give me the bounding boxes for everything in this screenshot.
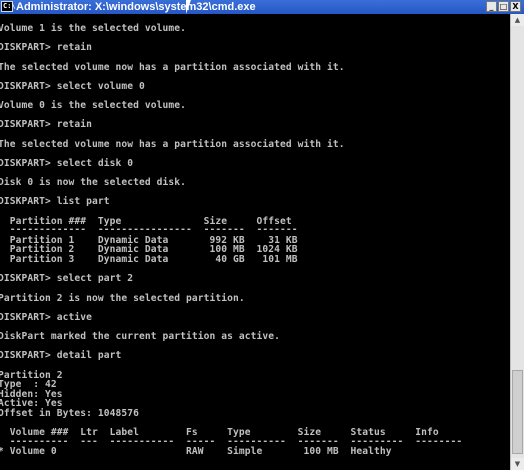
console-line: Partition 2 is now the selected partitio… — [0, 293, 245, 304]
console-line: DISKPART> active — [0, 312, 93, 323]
table-divider: ------------- ---------------- ------- -… — [0, 224, 298, 235]
maximize-button[interactable]: □ — [498, 1, 509, 12]
console-output[interactable]: Volume 1 is the selected volume. DISKPAR… — [0, 14, 510, 470]
title-bar[interactable]: C:\ Administrator: X:\windows\system32\c… — [0, 0, 524, 14]
minimize-button[interactable]: _ — [486, 1, 497, 12]
cmd-app-icon[interactable]: C:\ — [1, 1, 16, 12]
console-line: DISKPART> select part 2 — [0, 273, 134, 284]
vertical-scrollbar[interactable]: ▲ ▼ — [510, 14, 524, 470]
console-line: DISKPART> select volume 0 — [0, 81, 145, 92]
console-line: DiskPart marked the current partition as… — [0, 331, 281, 342]
console-line: DISKPART> select disk 0 — [0, 158, 134, 169]
close-button[interactable]: X — [510, 1, 521, 12]
console-line: Disk 0 is now the selected disk. — [0, 177, 187, 188]
scroll-up-button[interactable]: ▲ — [511, 14, 524, 26]
console-line: DISKPART> list part — [0, 196, 110, 207]
console-line: DISKPART> detail part — [0, 350, 122, 361]
console-line: Volume 0 is the selected volume. — [0, 100, 187, 111]
console-line: The selected volume now has a partition … — [0, 139, 345, 150]
console-line: DISKPART> retain — [0, 119, 93, 130]
cmd-window: C:\ Administrator: X:\windows\system32\c… — [0, 0, 524, 470]
window-title: Administrator: X:\windows\system32\cmd.e… — [16, 1, 256, 13]
console-line: DISKPART> retain — [0, 42, 93, 53]
table-row: Partition 3 Dynamic Data 40 GB 101 MB — [0, 254, 298, 265]
console-line: The selected volume now has a partition … — [0, 62, 345, 73]
console-line: Volume 1 is the selected volume. — [0, 23, 187, 34]
scroll-thumb[interactable] — [512, 370, 523, 454]
table-row: * Volume 0 RAW Simple 100 MB Healthy — [0, 446, 392, 457]
console-line: Offset in Bytes: 1048576 — [0, 408, 140, 419]
scroll-down-button[interactable]: ▼ — [511, 458, 524, 470]
mouse-cursor-icon — [186, 0, 196, 14]
